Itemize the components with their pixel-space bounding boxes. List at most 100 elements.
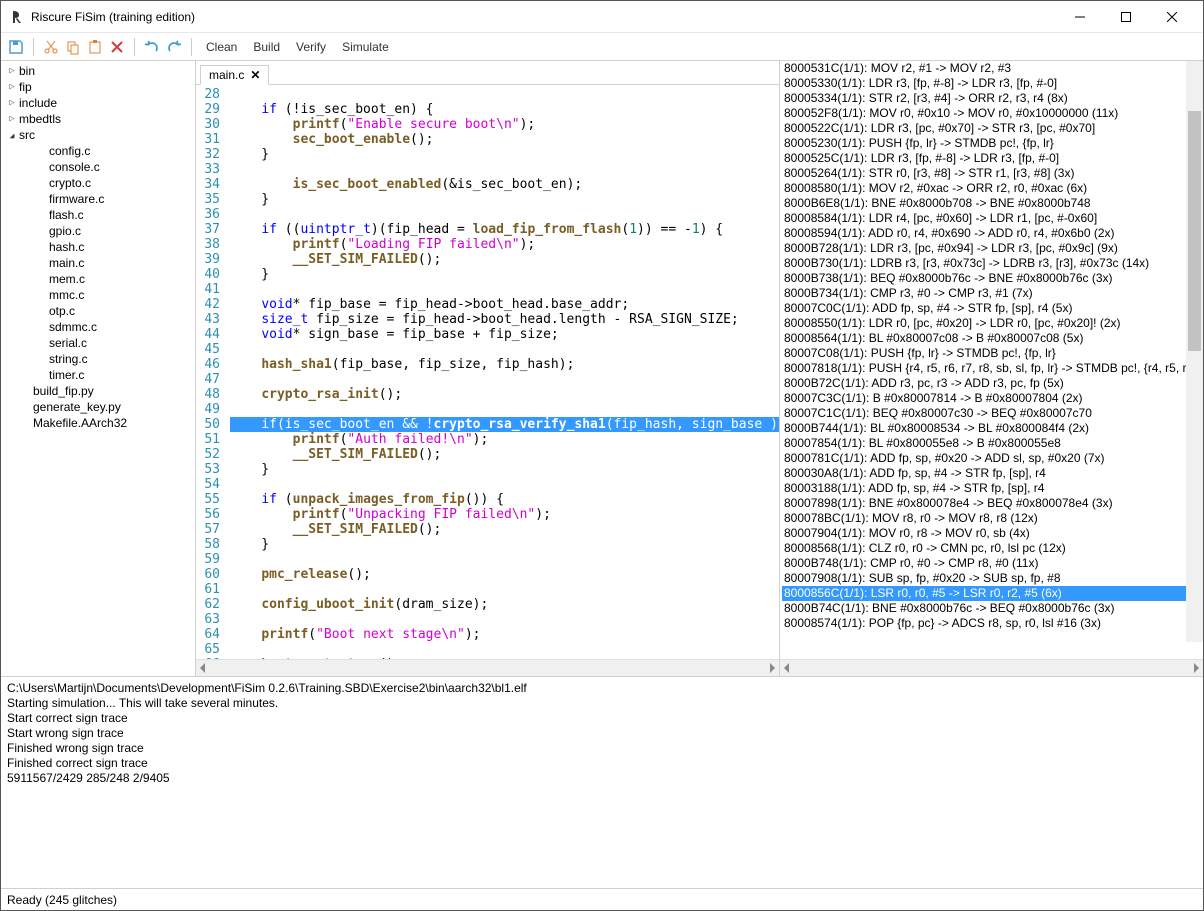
log-row[interactable]: 8000B728(1/1): LDR r3, [pc, #0x94] -> LD… (782, 241, 1201, 256)
code-line[interactable] (230, 582, 779, 597)
tree-item[interactable]: ◢src (1, 127, 195, 143)
log-row[interactable]: 800030A8(1/1): ADD fp, sp, #4 -> STR fp,… (782, 466, 1201, 481)
tree-item[interactable]: console.c (1, 159, 195, 175)
code-line[interactable]: void* sign_base = fip_base + fip_size; (230, 327, 779, 342)
log-row[interactable]: 80008584(1/1): LDR r4, [pc, #0x60] -> LD… (782, 211, 1201, 226)
log-row[interactable]: 80007898(1/1): BNE #0x800078e4 -> BEQ #0… (782, 496, 1201, 511)
tree-item[interactable]: string.c (1, 351, 195, 367)
undo-icon[interactable] (143, 38, 161, 56)
output-console[interactable]: C:\Users\Martijn\Documents\Development\F… (1, 676, 1203, 888)
code-line[interactable]: if(is_sec_boot_en && !crypto_rsa_verify_… (230, 417, 779, 432)
log-row[interactable]: 80008580(1/1): MOV r2, #0xac -> ORR r2, … (782, 181, 1201, 196)
log-row[interactable]: 80008574(1/1): POP {fp, pc} -> ADCS r8, … (782, 616, 1201, 631)
log-row[interactable]: 8000525C(1/1): LDR r3, [fp, #-8] -> LDR … (782, 151, 1201, 166)
tree-item[interactable]: generate_key.py (1, 399, 195, 415)
log-row[interactable]: 80008564(1/1): BL #0x80007c08 -> B #0x80… (782, 331, 1201, 346)
tree-item[interactable]: ▷fip (1, 79, 195, 95)
log-row[interactable]: 80008594(1/1): ADD r0, r4, #0x690 -> ADD… (782, 226, 1201, 241)
code-line[interactable]: } (230, 147, 779, 162)
log-row[interactable]: 8000531C(1/1): MOV r2, #1 -> MOV r2, #3 (782, 61, 1201, 76)
tree-arrow-icon[interactable]: ▷ (5, 82, 19, 92)
close-tab-icon[interactable]: ✕ (250, 68, 260, 82)
code-line[interactable]: } (230, 537, 779, 552)
editor-hscroll[interactable] (196, 659, 779, 676)
tree-arrow-icon[interactable]: ▷ (5, 66, 19, 76)
tree-item[interactable]: Makefile.AArch32 (1, 415, 195, 431)
delete-icon[interactable] (108, 38, 126, 56)
code-line[interactable] (230, 612, 779, 627)
code-line[interactable]: crypto_rsa_init(); (230, 387, 779, 402)
log-row[interactable]: 80007818(1/1): PUSH {r4, r5, r6, r7, r8,… (782, 361, 1201, 376)
log-row[interactable]: 8000B730(1/1): LDRB r3, [r3, #0x73c] -> … (782, 256, 1201, 271)
code-line[interactable]: printf("Enable secure boot\n"); (230, 117, 779, 132)
log-hscroll[interactable] (780, 659, 1203, 676)
tree-item[interactable]: timer.c (1, 367, 195, 383)
log-row[interactable]: 8000B72C(1/1): ADD r3, pc, r3 -> ADD r3,… (782, 376, 1201, 391)
code-line[interactable] (230, 282, 779, 297)
tree-item[interactable]: crypto.c (1, 175, 195, 191)
tree-arrow-icon[interactable]: ◢ (5, 131, 19, 140)
code-line[interactable]: printf("Unpacking FIP failed\n"); (230, 507, 779, 522)
tree-item[interactable]: gpio.c (1, 223, 195, 239)
code-line[interactable]: __SET_SIM_FAILED(); (230, 522, 779, 537)
tree-item[interactable]: hash.c (1, 239, 195, 255)
code-editor[interactable]: 2829303132333435363738394041424344454647… (196, 85, 779, 659)
copy-icon[interactable] (64, 38, 82, 56)
tree-item[interactable]: firmware.c (1, 191, 195, 207)
tree-arrow-icon[interactable]: ▷ (5, 114, 19, 124)
log-row[interactable]: 80007854(1/1): BL #0x800055e8 -> B #0x80… (782, 436, 1201, 451)
code-line[interactable]: if (unpack_images_from_fip()) { (230, 492, 779, 507)
clean-action[interactable]: Clean (200, 40, 243, 54)
log-row[interactable]: 8000B748(1/1): CMP r0, #0 -> CMP r8, #0 … (782, 556, 1201, 571)
code-line[interactable]: } (230, 462, 779, 477)
log-row[interactable]: 8000B744(1/1): BL #0x80008534 -> BL #0x8… (782, 421, 1201, 436)
log-row[interactable]: 80007C08(1/1): PUSH {fp, lr} -> STMDB pc… (782, 346, 1201, 361)
log-row[interactable]: 800052F8(1/1): MOV r0, #0x10 -> MOV r0, … (782, 106, 1201, 121)
log-row[interactable]: 80007C0C(1/1): ADD fp, sp, #4 -> STR fp,… (782, 301, 1201, 316)
code-line[interactable]: hash_sha1(fip_base, fip_size, fip_hash); (230, 357, 779, 372)
code-line[interactable] (230, 87, 779, 102)
log-row[interactable]: 80007C3C(1/1): B #0x80007814 -> B #0x800… (782, 391, 1201, 406)
code-line[interactable]: printf("Loading FIP failed\n"); (230, 237, 779, 252)
tree-arrow-icon[interactable]: ▷ (5, 98, 19, 108)
code-line[interactable]: __SET_SIM_FAILED(); (230, 252, 779, 267)
log-row[interactable]: 80007C1C(1/1): BEQ #0x80007c30 -> BEQ #0… (782, 406, 1201, 421)
log-row[interactable]: 8000B738(1/1): BEQ #0x8000b76c -> BNE #0… (782, 271, 1201, 286)
code-line[interactable] (230, 342, 779, 357)
cut-icon[interactable] (42, 38, 60, 56)
tree-item[interactable]: mem.c (1, 271, 195, 287)
tree-item[interactable]: serial.c (1, 335, 195, 351)
code-line[interactable]: size_t fip_size = fip_head->boot_head.le… (230, 312, 779, 327)
code-line[interactable]: __SET_SIM_FAILED(); (230, 447, 779, 462)
code-line[interactable]: sec_boot_enable(); (230, 132, 779, 147)
log-row[interactable]: 8000B74C(1/1): BNE #0x8000b76c -> BEQ #0… (782, 601, 1201, 616)
minimize-button[interactable] (1057, 2, 1103, 32)
file-tree[interactable]: ▷bin▷fip▷include▷mbedtls◢srcconfig.ccons… (1, 61, 196, 676)
log-row[interactable]: 80005334(1/1): STR r2, [r3, #4] -> ORR r… (782, 91, 1201, 106)
code-line[interactable]: void* fip_base = fip_head->boot_head.bas… (230, 297, 779, 312)
maximize-button[interactable] (1103, 2, 1149, 32)
code-line[interactable]: if ((uintptr_t)(fip_head = load_fip_from… (230, 222, 779, 237)
code-line[interactable]: if (!is_sec_boot_en) { (230, 102, 779, 117)
tree-item[interactable]: config.c (1, 143, 195, 159)
close-button[interactable] (1149, 2, 1195, 32)
log-row[interactable]: 800078BC(1/1): MOV r8, r0 -> MOV r8, r8 … (782, 511, 1201, 526)
tree-item[interactable]: main.c (1, 255, 195, 271)
code-line[interactable]: } (230, 192, 779, 207)
code-line[interactable] (230, 162, 779, 177)
log-row[interactable]: 80005330(1/1): LDR r3, [fp, #-8] -> LDR … (782, 76, 1201, 91)
build-action[interactable]: Build (247, 40, 286, 54)
tree-item[interactable]: ▷include (1, 95, 195, 111)
save-icon[interactable] (7, 38, 25, 56)
tree-item[interactable]: build_fip.py (1, 383, 195, 399)
log-row[interactable]: 80007904(1/1): MOV r0, r8 -> MOV r0, sb … (782, 526, 1201, 541)
log-row[interactable]: 8000781C(1/1): ADD fp, sp, #0x20 -> ADD … (782, 451, 1201, 466)
glitch-log[interactable]: 8000531C(1/1): MOV r2, #1 -> MOV r2, #38… (780, 61, 1203, 659)
code-line[interactable]: pmc_release(); (230, 567, 779, 582)
tree-item[interactable]: sdmmc.c (1, 319, 195, 335)
code-line[interactable] (230, 552, 779, 567)
log-row[interactable]: 8000B6E8(1/1): BNE #0x8000b708 -> BNE #0… (782, 196, 1201, 211)
code-line[interactable] (230, 477, 779, 492)
log-row[interactable]: 8000856C(1/1): LSR r0, r0, #5 -> LSR r0,… (782, 586, 1201, 601)
code-line[interactable]: config_uboot_init(dram_size); (230, 597, 779, 612)
